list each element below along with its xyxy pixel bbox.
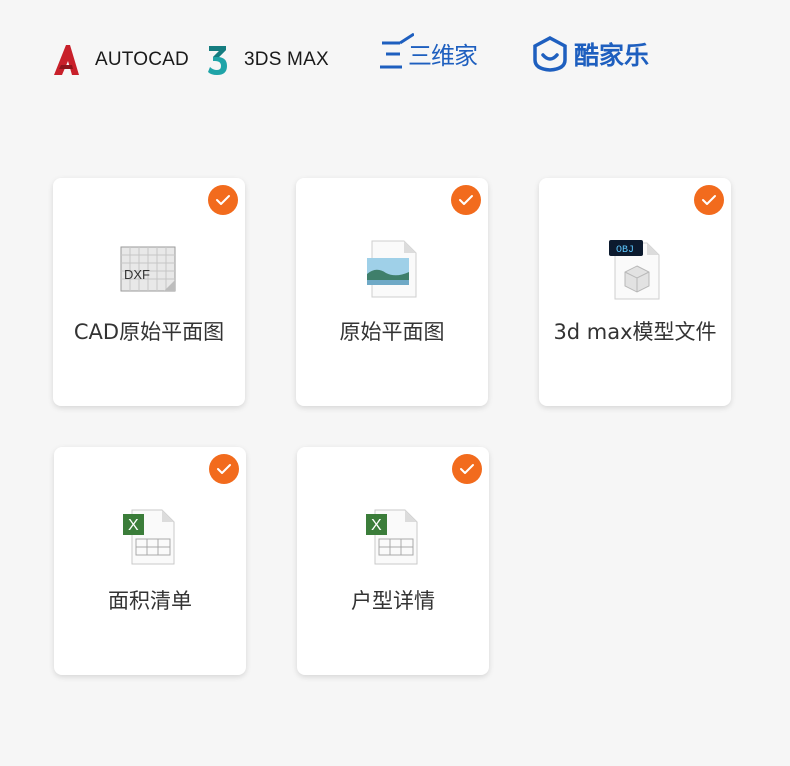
file-card-unit-details[interactable]: X 户型详情 [297,447,489,675]
sanweijia-label: 三维家 [408,42,478,70]
sanweijia-logo: 三维家 [380,32,478,71]
3dsmax-icon [208,46,227,75]
checkmark-icon [217,464,231,474]
checked-badge[interactable] [208,185,238,215]
checked-badge[interactable] [209,454,239,484]
checked-badge[interactable] [451,185,481,215]
card-label: 3d max模型文件 [553,320,717,344]
3dsmax-logo: 3DS MAX [207,44,329,76]
kujiale-logo: 酷家乐 [532,36,649,72]
kujiale-label: 酷家乐 [574,41,650,70]
image-file-icon [367,240,417,298]
checked-badge[interactable] [452,454,482,484]
autocad-icon [54,45,79,75]
kujiale-shield-icon [533,36,567,72]
obj-file-icon: OBJ [609,240,660,300]
file-card-3dmax-model[interactable]: OBJ 3d max模型文件 [539,178,731,406]
excel-file-icon: X [123,509,175,565]
obj-tag: OBJ [616,245,634,256]
3dsmax-label: 3DS MAX [244,49,329,70]
card-label: 面积清单 [108,589,192,613]
checked-badge[interactable] [694,185,724,215]
dxf-tag: DXF [124,267,150,282]
checkmark-icon [216,195,230,205]
autocad-label: AUTOCAD [95,49,189,70]
file-card-area-list[interactable]: X 面积清单 [54,447,246,675]
excel-tag: X [128,517,139,534]
file-card-cad-floorplan[interactable]: DXF CAD原始平面图 [53,178,245,406]
checkmark-icon [460,464,474,474]
logo-bar: AUTOCAD 3DS MAX 三维家 酷家乐 [0,0,790,120]
card-label: 户型详情 [351,589,435,613]
checkmark-icon [459,195,473,205]
card-label: CAD原始平面图 [73,320,225,344]
excel-file-icon: X [366,509,418,565]
checkmark-icon [702,195,716,205]
autocad-logo: AUTOCAD [52,44,189,76]
excel-tag: X [371,517,382,534]
file-card-original-floorplan[interactable]: 原始平面图 [296,178,488,406]
card-label: 原始平面图 [339,320,445,344]
dxf-file-icon: DXF [120,246,176,292]
